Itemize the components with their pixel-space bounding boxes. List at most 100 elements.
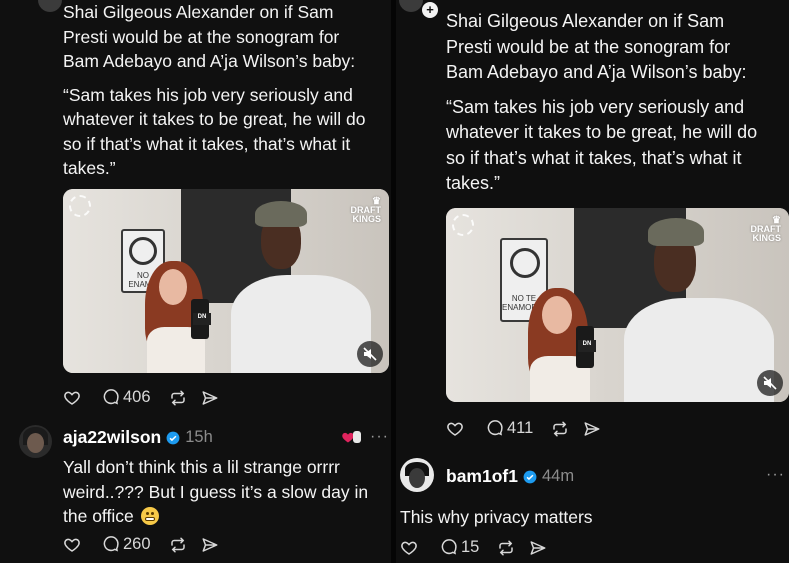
reply-action-bar: 15 [400, 538, 547, 557]
heart-icon [64, 391, 80, 405]
comment-icon [103, 388, 119, 404]
post-quote-line: takes.” [446, 173, 501, 193]
reply-button[interactable]: 406 [102, 388, 151, 407]
verified-badge-icon [523, 470, 537, 483]
repost-button[interactable] [497, 539, 515, 557]
loading-spinner-icon [69, 195, 91, 217]
reply-avatar[interactable] [400, 458, 434, 492]
reply-button[interactable]: 260 [102, 535, 151, 554]
repost-icon [170, 537, 185, 552]
post-body: Shai Gilgeous Alexander on if Sam Presti… [63, 0, 388, 181]
reply-header: bam1of1 44m [446, 466, 574, 487]
reply-count: 260 [123, 535, 151, 553]
heart-icon [401, 541, 417, 555]
post-quote-line: takes.” [63, 158, 116, 178]
post-line: Bam Adebayo and A’ja Wilson’s baby: [63, 51, 356, 71]
heart-icon [64, 538, 80, 552]
video-person-player [624, 298, 774, 402]
post-quote-line: “Sam takes his job very seriously and [446, 96, 745, 117]
post-quote-line: “Sam takes his job very seriously and [63, 84, 353, 105]
share-button[interactable] [529, 539, 547, 557]
post-action-bar: 406 [63, 388, 219, 407]
left-screenshot-panel: Shai Gilgeous Alexander on if Sam Presti… [0, 0, 391, 563]
share-icon [202, 537, 218, 552]
reply-body: Yall don’t think this a lil strange orrr… [63, 455, 388, 529]
reply-count: 15 [461, 538, 480, 556]
reply-button[interactable]: 15 [440, 538, 479, 557]
post-line: Shai Gilgeous Alexander on if Sam [446, 11, 725, 31]
reply-handle[interactable]: aja22wilson [63, 427, 161, 448]
author-avatar[interactable] [38, 0, 62, 12]
grimacing-face-icon [140, 507, 159, 525]
like-button[interactable] [63, 536, 81, 554]
draftkings-logo: ♛ DRAFT KINGS [350, 196, 382, 224]
reply-timestamp: 15h [185, 428, 213, 446]
reply-timestamp: 44m [541, 467, 575, 485]
reply-button[interactable]: 411 [486, 419, 533, 438]
share-icon [530, 540, 546, 555]
mute-button[interactable] [357, 341, 383, 367]
share-button[interactable] [583, 420, 601, 438]
verified-badge-icon [166, 431, 180, 444]
reply-line: This why privacy matters [400, 507, 593, 527]
reply-handle[interactable]: bam1of1 [446, 466, 518, 487]
post-line: Bam Adebayo and A’ja Wilson’s baby: [446, 62, 747, 82]
speaker-muted-icon [763, 376, 777, 390]
repost-button[interactable] [169, 536, 187, 554]
share-button[interactable] [201, 536, 219, 554]
reply-avatar[interactable] [19, 425, 52, 458]
post-action-bar: 411 [446, 419, 601, 438]
video-person-player [231, 275, 371, 373]
mute-button[interactable] [757, 370, 783, 396]
cap [648, 218, 704, 246]
comment-icon [441, 538, 457, 554]
reply-action-bar: 260 [63, 535, 219, 554]
repost-icon [553, 421, 568, 436]
mic-flag: DN [193, 313, 211, 325]
repost-button[interactable] [169, 389, 187, 407]
loading-spinner-icon [452, 214, 474, 236]
reply-header: aja22wilson 15h [63, 427, 213, 448]
reply-count: 411 [507, 419, 534, 437]
post-body: Shai Gilgeous Alexander on if Sam Presti… [446, 9, 786, 197]
heart-icon [447, 422, 463, 436]
no-heart-icon [510, 248, 540, 278]
author-liked-badge [341, 431, 361, 443]
share-icon [202, 390, 218, 405]
post-quote-line: whatever it takes to be great, he will d… [63, 109, 366, 129]
no-heart-icon [129, 237, 157, 265]
post-line: Presti would be at the sonogram for [63, 26, 340, 47]
follow-plus-icon[interactable]: + [422, 2, 438, 18]
repost-icon [499, 540, 514, 555]
comment-icon [103, 535, 119, 551]
right-screenshot-panel: + Shai Gilgeous Alexander on if Sam Pres… [396, 0, 789, 563]
reply-count: 406 [123, 388, 151, 406]
cap [255, 201, 307, 227]
author-avatar[interactable] [399, 0, 423, 12]
reply-line: Yall don’t think this a lil strange orrr… [63, 457, 340, 477]
mic-flag: DN [578, 340, 596, 352]
post-quote-line: so if that’s what it takes, that’s what … [63, 133, 351, 154]
repost-icon [170, 390, 185, 405]
share-icon [584, 421, 600, 436]
reply-line: weird..??? But I guess it’s a slow day i… [63, 481, 369, 502]
video-player[interactable]: NO ENAMO DN ♛ DRAFT KINGS [63, 189, 389, 373]
speaker-muted-icon [363, 347, 377, 361]
post-quote-line: whatever it takes to be great, he will d… [446, 122, 758, 142]
share-button[interactable] [201, 389, 219, 407]
reply-line: the office [63, 506, 134, 526]
post-line: Presti would be at the sonogram for [446, 36, 731, 57]
author-mini-avatar [353, 431, 361, 443]
like-button[interactable] [446, 420, 464, 438]
more-options-button[interactable]: ··· [766, 466, 785, 484]
comment-icon [487, 419, 503, 435]
more-options-button[interactable]: ··· [370, 428, 389, 446]
like-button[interactable] [63, 389, 81, 407]
reply-body: This why privacy matters [400, 505, 780, 530]
post-line: Shai Gilgeous Alexander on if Sam [63, 2, 334, 22]
like-button[interactable] [400, 539, 418, 557]
draftkings-logo: ♛ DRAFT KINGS [750, 215, 782, 243]
repost-button[interactable] [551, 420, 569, 438]
post-quote-line: so if that’s what it takes, that’s what … [446, 147, 742, 168]
video-player[interactable]: NO TE ENAMORES DN ♛ DRAFT KINGS [446, 208, 789, 402]
